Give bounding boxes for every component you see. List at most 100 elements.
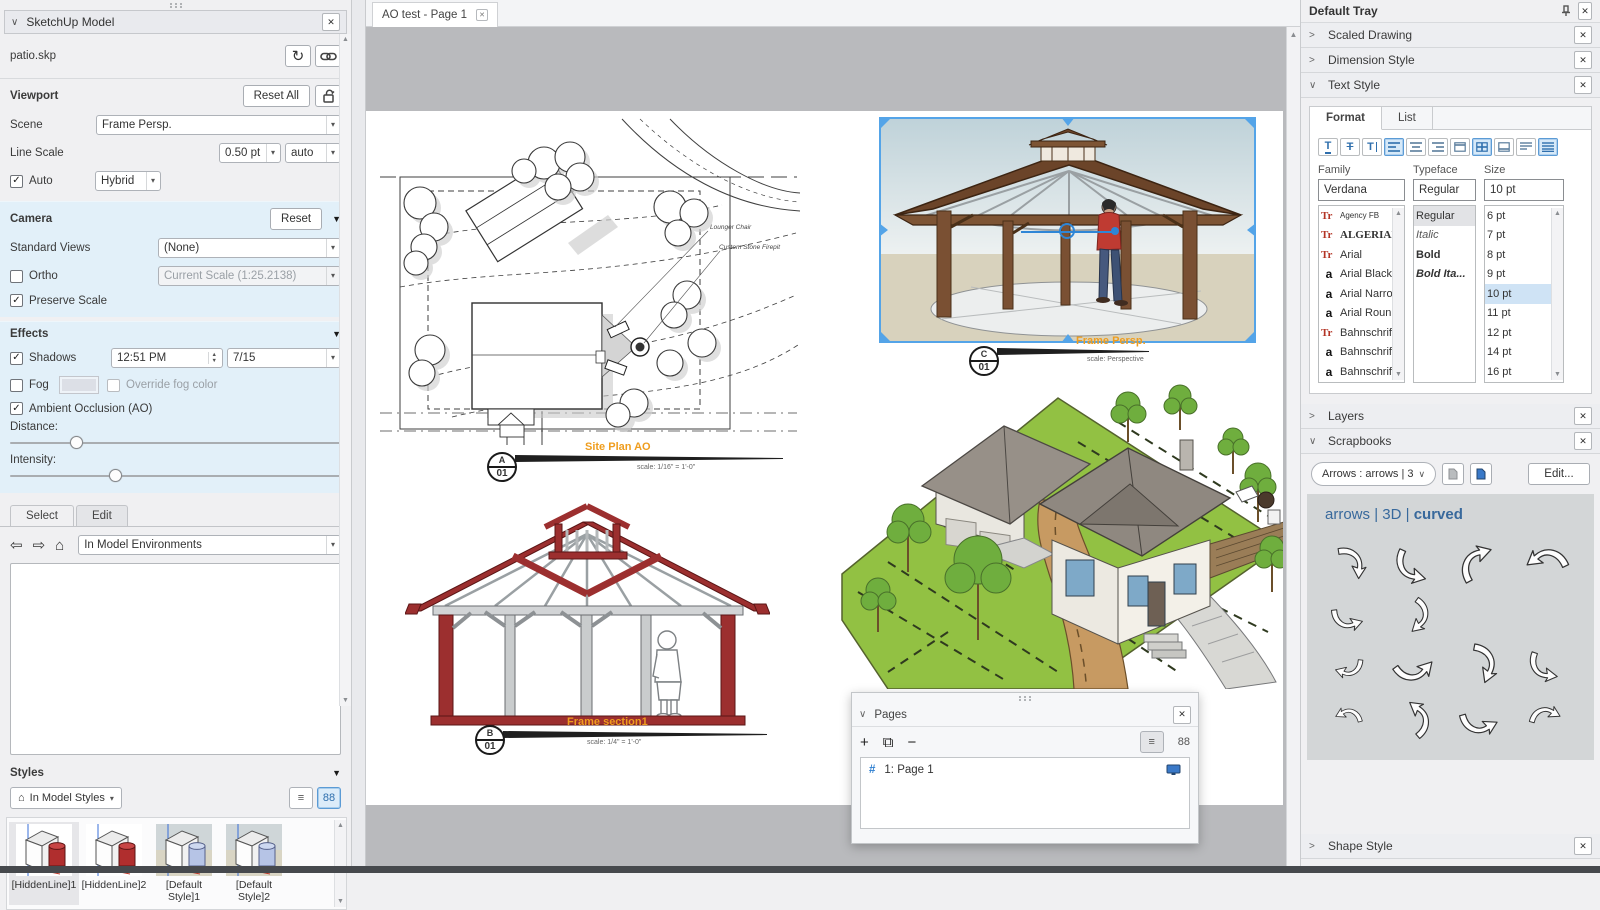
scene-dropdown[interactable]: Frame Persp.▾ — [96, 115, 341, 135]
rotate-pivot-circle[interactable] — [1059, 223, 1075, 239]
styles-scrollbar[interactable]: ▲▼ — [334, 820, 346, 907]
selection-handle[interactable] — [1247, 223, 1256, 237]
site-plan-drawing[interactable] — [372, 115, 802, 445]
close-icon[interactable]: ✕ — [1574, 76, 1592, 94]
curved-arrow-icon[interactable] — [1315, 692, 1381, 746]
scrapbook-page-button[interactable] — [1442, 463, 1464, 485]
size-item[interactable]: 12 pt — [1485, 323, 1552, 343]
close-icon[interactable]: ✕ — [1574, 837, 1592, 855]
selection-handle[interactable] — [879, 223, 888, 237]
family-list-scrollbar[interactable]: ▲▼ — [1392, 208, 1404, 380]
standard-views-dropdown[interactable]: (None)▾ — [158, 238, 341, 258]
section-layers[interactable]: > Layers ✕ — [1301, 404, 1600, 429]
section-shape-style[interactable]: > Shape Style ✕ — [1301, 834, 1600, 859]
page-list-item[interactable]: # 1: Page 1 — [861, 758, 1189, 782]
selection-handle[interactable] — [1243, 117, 1256, 130]
close-icon[interactable]: ✕ — [1574, 26, 1592, 44]
distance-slider[interactable] — [10, 436, 341, 450]
pages-list[interactable]: # 1: Page 1 — [860, 757, 1190, 829]
font-family-item[interactable]: aBahnschrif — [1319, 362, 1393, 382]
add-page-button[interactable]: + — [860, 734, 869, 751]
panel-drag-grip[interactable] — [0, 0, 351, 10]
typeface-input[interactable]: Regular — [1413, 179, 1476, 201]
style-item[interactable]: [HiddenLine]1 — [9, 822, 79, 905]
curved-arrow-icon[interactable] — [1447, 538, 1513, 592]
spinner-arrows-icon[interactable]: ▲▼ — [208, 352, 217, 364]
home-icon[interactable]: ⌂ — [55, 537, 64, 554]
panel-header-sketchup-model[interactable]: ∨ SketchUp Model ✕ — [4, 10, 347, 34]
size-input[interactable]: 10 pt — [1484, 179, 1564, 201]
typeface-item[interactable]: Italic — [1414, 226, 1475, 246]
selection-handle[interactable] — [1061, 117, 1075, 126]
model-viewport-frame-persp[interactable] — [879, 117, 1256, 343]
scrapbook-edit-button[interactable]: Edit... — [1528, 463, 1590, 485]
align-left-button[interactable] — [1384, 138, 1404, 156]
close-tab-icon[interactable]: ✕ — [476, 9, 488, 21]
curved-arrow-icon[interactable] — [1447, 692, 1513, 746]
style-item[interactable]: [Default Style]1 — [149, 822, 219, 905]
size-item[interactable]: 14 pt — [1485, 343, 1552, 363]
rotate-pivot-dot[interactable] — [1111, 227, 1119, 235]
section-collapse-triangle-icon[interactable]: ▼ — [332, 768, 341, 778]
font-family-item[interactable]: TrALGERIAN — [1319, 226, 1393, 246]
close-icon[interactable]: ✕ — [1574, 432, 1592, 450]
font-family-item[interactable]: TrArial — [1319, 245, 1393, 265]
forward-arrow-icon[interactable]: ⇨ — [33, 536, 46, 554]
tab-edit[interactable]: Edit — [76, 505, 128, 526]
selection-handle[interactable] — [1243, 330, 1256, 343]
close-icon[interactable]: ✕ — [1578, 2, 1592, 20]
size-item[interactable]: 6 pt — [1485, 206, 1552, 226]
curved-arrow-icon[interactable] — [1315, 638, 1381, 692]
selection-handle[interactable] — [879, 117, 892, 130]
font-family-item[interactable]: aArial Narro — [1319, 284, 1393, 304]
scrapbook-preview[interactable]: arrows | 3D | curved — [1307, 494, 1594, 760]
curved-arrow-icon[interactable] — [1513, 692, 1579, 746]
styles-grid-view-button[interactable]: 88 — [317, 787, 341, 809]
ambient-occlusion-checkbox[interactable]: ✓ — [10, 402, 23, 415]
styles-source-dropdown[interactable]: ⌂ In Model Styles ▾ — [10, 787, 122, 809]
callout-bubble[interactable]: B 01 — [475, 725, 505, 755]
scrapbook-new-page-button[interactable] — [1470, 463, 1492, 485]
tab-select[interactable]: Select — [10, 505, 74, 526]
size-item[interactable]: 7 pt — [1485, 226, 1552, 246]
style-item[interactable]: [Default Style]2 — [219, 822, 289, 905]
camera-reset-button[interactable]: Reset — [270, 208, 322, 230]
typeface-item[interactable]: Regular — [1414, 206, 1475, 226]
auto-checkbox[interactable]: ✓ — [10, 175, 23, 188]
callout-bubble[interactable]: C 01 — [969, 346, 999, 376]
reset-all-button[interactable]: Reset All — [243, 85, 310, 107]
typeface-item[interactable]: Bold Ita... — [1414, 265, 1475, 285]
collapse-chevron-icon[interactable]: ∨ — [11, 17, 18, 28]
anchor-top-button[interactable] — [1450, 138, 1470, 156]
refresh-model-button[interactable]: ↻ — [285, 45, 311, 67]
curved-arrow-icon[interactable] — [1513, 538, 1579, 592]
font-family-item[interactable]: aArial Black — [1319, 265, 1393, 285]
vertical-text-button[interactable]: T — [1362, 138, 1382, 156]
environments-list[interactable] — [10, 563, 341, 755]
canvas-scrollbar[interactable]: ▲ — [1286, 27, 1300, 866]
section-dimension-style[interactable]: > Dimension Style ✕ — [1301, 48, 1600, 73]
size-list[interactable]: 6 pt 7 pt 8 pt 9 pt 10 pt 11 pt 12 pt 14… — [1484, 205, 1564, 383]
strikethrough-button[interactable]: T — [1340, 138, 1360, 156]
size-item[interactable]: 16 pt — [1485, 362, 1552, 382]
anchor-bottom-button[interactable] — [1494, 138, 1514, 156]
size-item-selected[interactable]: 10 pt — [1485, 284, 1552, 304]
font-family-item[interactable]: aArial Roun — [1319, 304, 1393, 324]
delete-page-button[interactable]: − — [907, 734, 916, 751]
selection-handle[interactable] — [879, 330, 892, 343]
drawing-canvas[interactable]: Lounger Chair Custom Stone Firepit Site … — [366, 27, 1300, 866]
ortho-checkbox[interactable]: ✓ — [10, 270, 23, 283]
size-item[interactable]: 8 pt — [1485, 245, 1552, 265]
shadow-time-spinner[interactable]: 12:51 PM ▲▼ — [111, 348, 223, 368]
size-item[interactable]: 9 pt — [1485, 265, 1552, 285]
align-right-button[interactable] — [1428, 138, 1448, 156]
duplicate-page-button[interactable]: ⧉ — [883, 734, 894, 751]
house-aerial-render[interactable] — [828, 382, 1283, 689]
section-text-style[interactable]: ∨ Text Style ✕ — [1301, 73, 1600, 98]
pages-list-view-button[interactable]: ≡ — [1140, 731, 1164, 753]
close-icon[interactable]: ✕ — [1173, 706, 1191, 724]
shadow-date-dropdown[interactable]: 7/15▾ — [227, 348, 341, 368]
curved-arrow-icon[interactable] — [1513, 638, 1579, 692]
pages-panel[interactable]: ∨ Pages ✕ + ⧉ − ≡ 88 # 1: Page 1 — [851, 692, 1199, 844]
section-scrapbooks[interactable]: ∨ Scrapbooks ✕ — [1301, 429, 1600, 454]
